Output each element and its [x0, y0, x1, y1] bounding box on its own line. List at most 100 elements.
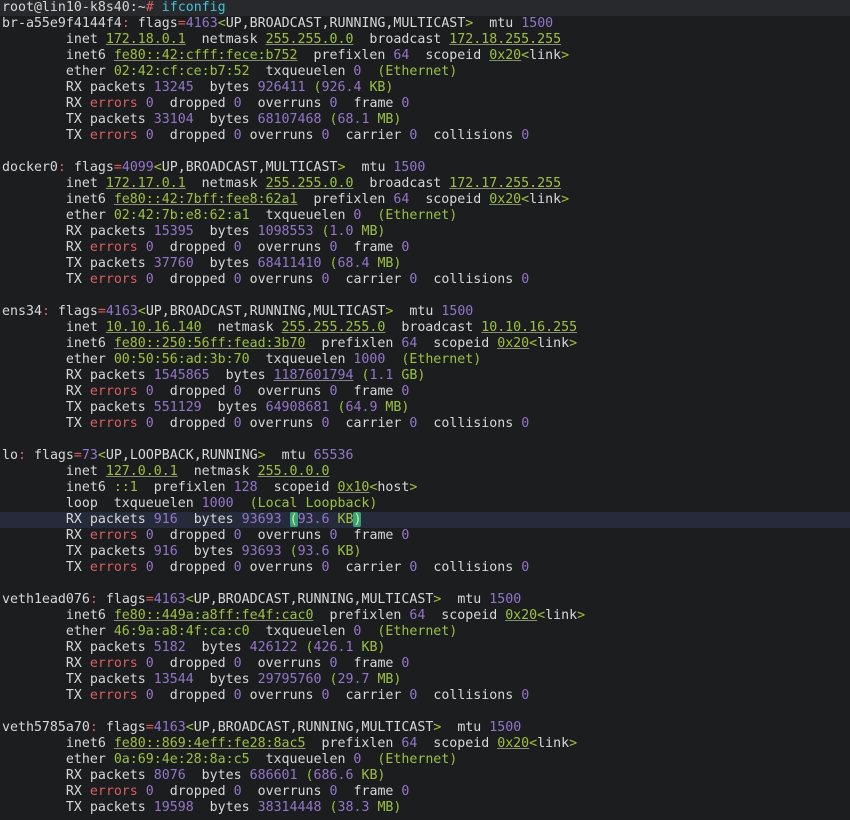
text-segment: 93.6 — [297, 512, 330, 527]
text-segment: < — [185, 592, 194, 607]
tx-packets-line: TX packets 33104 bytes 68107468 (68.1 MB… — [0, 112, 850, 128]
text-segment: RX — [2, 96, 90, 111]
text-segment: errors — [89, 528, 138, 543]
text-segment: overruns — [241, 784, 330, 799]
text-segment: prefixlen — [297, 48, 394, 63]
inet-line: inet 10.10.16.140 netmask 255.255.255.0 … — [0, 320, 850, 336]
text-segment: dropped — [153, 656, 234, 671]
text-segment: 0 — [145, 96, 154, 111]
text-segment: flags — [97, 720, 146, 735]
text-segment: ( — [329, 800, 338, 815]
text-segment: 68.4 — [337, 256, 370, 271]
text-segment: > — [257, 448, 266, 463]
text-segment: txqueuelen — [249, 624, 354, 639]
text-segment: < — [217, 16, 226, 31]
text-segment: ( — [289, 544, 298, 559]
text-segment: RX — [2, 528, 90, 543]
text-segment: 1500 — [489, 720, 522, 735]
text-segment: UP,BROADCAST,RUNNING,MULTICAST — [193, 592, 434, 607]
text-segment: : — [121, 16, 130, 31]
text-segment: netmask — [177, 464, 258, 479]
text-segment: dropped — [153, 384, 234, 399]
text-segment — [138, 128, 146, 143]
text-segment: 0 — [521, 128, 530, 143]
text-segment: 0 — [521, 560, 530, 575]
text-segment: RX — [2, 384, 90, 399]
iface-header-lo: lo: flags=73<UP,LOOPBACK,RUNNING> mtu 65… — [0, 448, 850, 464]
iface-header-ens34: ens34: flags=4163<UP,BROADCAST,RUNNING,M… — [0, 304, 850, 320]
text-segment: overruns — [241, 240, 330, 255]
text-segment: carrier — [329, 416, 410, 431]
text-segment: UP,BROADCAST,RUNNING,MULTICAST — [225, 16, 466, 31]
text-segment: dropped — [153, 128, 234, 143]
text-segment: errors — [89, 128, 138, 143]
text-segment: = — [177, 16, 186, 31]
text-segment: < — [521, 192, 530, 207]
text-segment: 0 — [401, 384, 410, 399]
text-segment: TX packets — [2, 112, 154, 127]
text-segment — [361, 208, 377, 223]
text-segment: 0 — [233, 688, 242, 703]
text-segment: bytes — [177, 544, 242, 559]
ether-line: ether 0a:69:4e:28:8a:c5 txqueuelen 0 (Et… — [0, 752, 850, 768]
text-segment: overruns — [241, 128, 322, 143]
tx-errors-line: TX errors 0 dropped 0 overruns 0 carrier… — [0, 272, 850, 288]
text-segment: 33104 — [153, 112, 194, 127]
text-segment: MB) — [369, 672, 402, 687]
text-segment: # — [145, 0, 154, 15]
text-segment — [322, 800, 330, 815]
text-segment: inet6 — [2, 608, 114, 623]
text-segment — [314, 224, 322, 239]
text-segment: 916 — [153, 544, 178, 559]
inet6-line: inet6 fe80::250:56ff:fead:3b70 prefixlen… — [0, 336, 850, 352]
text-segment: 0 — [145, 656, 154, 671]
text-segment: < — [185, 720, 194, 735]
text-segment: 64 — [401, 336, 418, 351]
text-segment: UP,LOOPBACK,RUNNING — [105, 448, 258, 463]
text-segment: 68411410 — [257, 256, 322, 271]
text-segment: link — [537, 336, 570, 351]
text-segment: errors — [89, 656, 138, 671]
text-segment — [282, 544, 290, 559]
text-segment: frame — [337, 240, 402, 255]
text-segment: = — [113, 160, 122, 175]
text-segment: frame — [337, 656, 402, 671]
text-segment: errors — [89, 240, 138, 255]
text-segment: ( — [321, 224, 330, 239]
text-segment: : — [89, 592, 98, 607]
text-segment: > — [569, 336, 578, 351]
text-segment — [322, 256, 330, 271]
text-segment: RX packets — [2, 768, 154, 783]
text-segment: = — [73, 448, 82, 463]
text-segment — [154, 0, 162, 15]
text-segment: MB) — [369, 256, 402, 271]
text-segment: 255.0.0.0 — [257, 464, 330, 479]
text-segment: < — [537, 608, 546, 623]
text-segment: 0x10 — [337, 480, 370, 495]
text-segment: fe80::42:7bff:fee8:62a1 — [113, 192, 298, 207]
text-segment: loop txqueuelen — [2, 496, 202, 511]
text-segment — [138, 688, 146, 703]
text-segment: (Ethernet) — [377, 624, 458, 639]
text-segment: MB) — [377, 400, 410, 415]
text-segment: < — [137, 304, 146, 319]
text-segment: txqueuelen — [249, 208, 354, 223]
ether-line: ether 00:50:56:ad:3b:70 txqueuelen 1000 … — [0, 352, 850, 368]
text-segment: < — [153, 160, 162, 175]
text-segment: 426.1 — [313, 640, 354, 655]
text-segment: 0 — [401, 96, 410, 111]
text-segment: dropped — [153, 528, 234, 543]
text-segment: broadcast — [385, 320, 482, 335]
text-segment: 0 — [233, 784, 242, 799]
text-segment: 93693 — [241, 544, 282, 559]
text-segment — [361, 64, 377, 79]
text-segment: 64 — [401, 736, 418, 751]
text-segment — [138, 240, 146, 255]
terminal-screen[interactable]: root@lin10-k8s40:~# ifconfig br-a55e9f414… — [0, 0, 850, 820]
text-segment: 0 — [321, 416, 330, 431]
text-segment: 0 — [321, 128, 330, 143]
text-segment: collisions — [417, 272, 522, 287]
tx-packets-line: TX packets 13544 bytes 29795760 (29.7 MB… — [0, 672, 850, 688]
text-segment: ether — [2, 208, 114, 223]
text-segment: 0a:69:4e:28:8a:c5 — [113, 752, 250, 767]
